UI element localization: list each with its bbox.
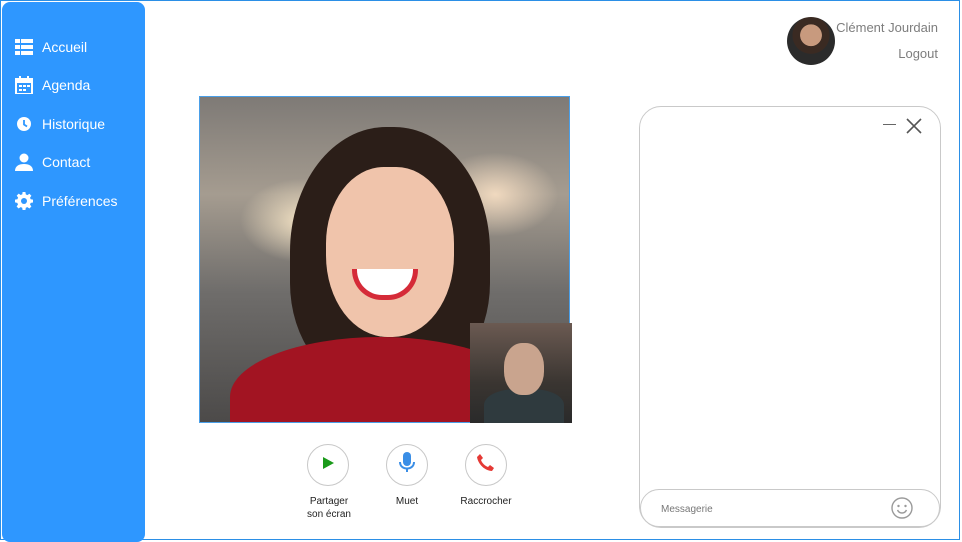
gear-icon: [14, 191, 34, 211]
hangup-button[interactable]: [465, 444, 507, 486]
sidebar-item-label: Historique: [42, 116, 106, 132]
mute-button[interactable]: [386, 444, 428, 486]
sidebar-item-label: Accueil: [42, 39, 88, 55]
person-icon: [14, 152, 34, 172]
sidebar-item-accueil[interactable]: Accueil: [14, 35, 87, 59]
chat-panel: [639, 106, 941, 528]
share-screen-button[interactable]: [307, 444, 349, 486]
sidebar-item-label: Agenda: [42, 77, 91, 93]
clock-icon: [14, 114, 34, 134]
hangup-label: Raccrocher: [460, 496, 512, 507]
mute-label: Muet: [395, 496, 419, 507]
message-bar: [640, 489, 940, 527]
logout-link[interactable]: Logout: [898, 46, 938, 61]
calendar-icon: [14, 75, 34, 95]
sidebar-item-contact[interactable]: Contact: [14, 150, 90, 174]
share-screen-label: Partager son écran: [307, 496, 351, 520]
play-icon: [321, 456, 335, 475]
self-video-preview: [470, 323, 572, 423]
user-name: Clément Jourdain: [836, 20, 938, 35]
sidebar-item-label: Contact: [42, 154, 91, 170]
microphone-icon: [399, 451, 415, 479]
sidebar-item-agenda[interactable]: Agenda: [14, 73, 90, 97]
message-input[interactable]: [659, 499, 883, 519]
emoji-icon[interactable]: [891, 497, 913, 519]
home-list-icon: [14, 37, 34, 57]
sidebar-item-label: Préférences: [42, 193, 118, 209]
sidebar-item-historique[interactable]: Historique: [14, 112, 105, 136]
app-window: Accueil Agenda Historique Contact Préfér…: [0, 0, 960, 542]
sidebar-item-preferences[interactable]: Préférences: [14, 189, 117, 213]
avatar[interactable]: [787, 17, 835, 65]
minimize-icon[interactable]: [883, 124, 896, 125]
phone-icon: [476, 453, 496, 478]
close-icon[interactable]: [906, 118, 922, 134]
sidebar: Accueil Agenda Historique Contact Préfér…: [2, 2, 145, 542]
